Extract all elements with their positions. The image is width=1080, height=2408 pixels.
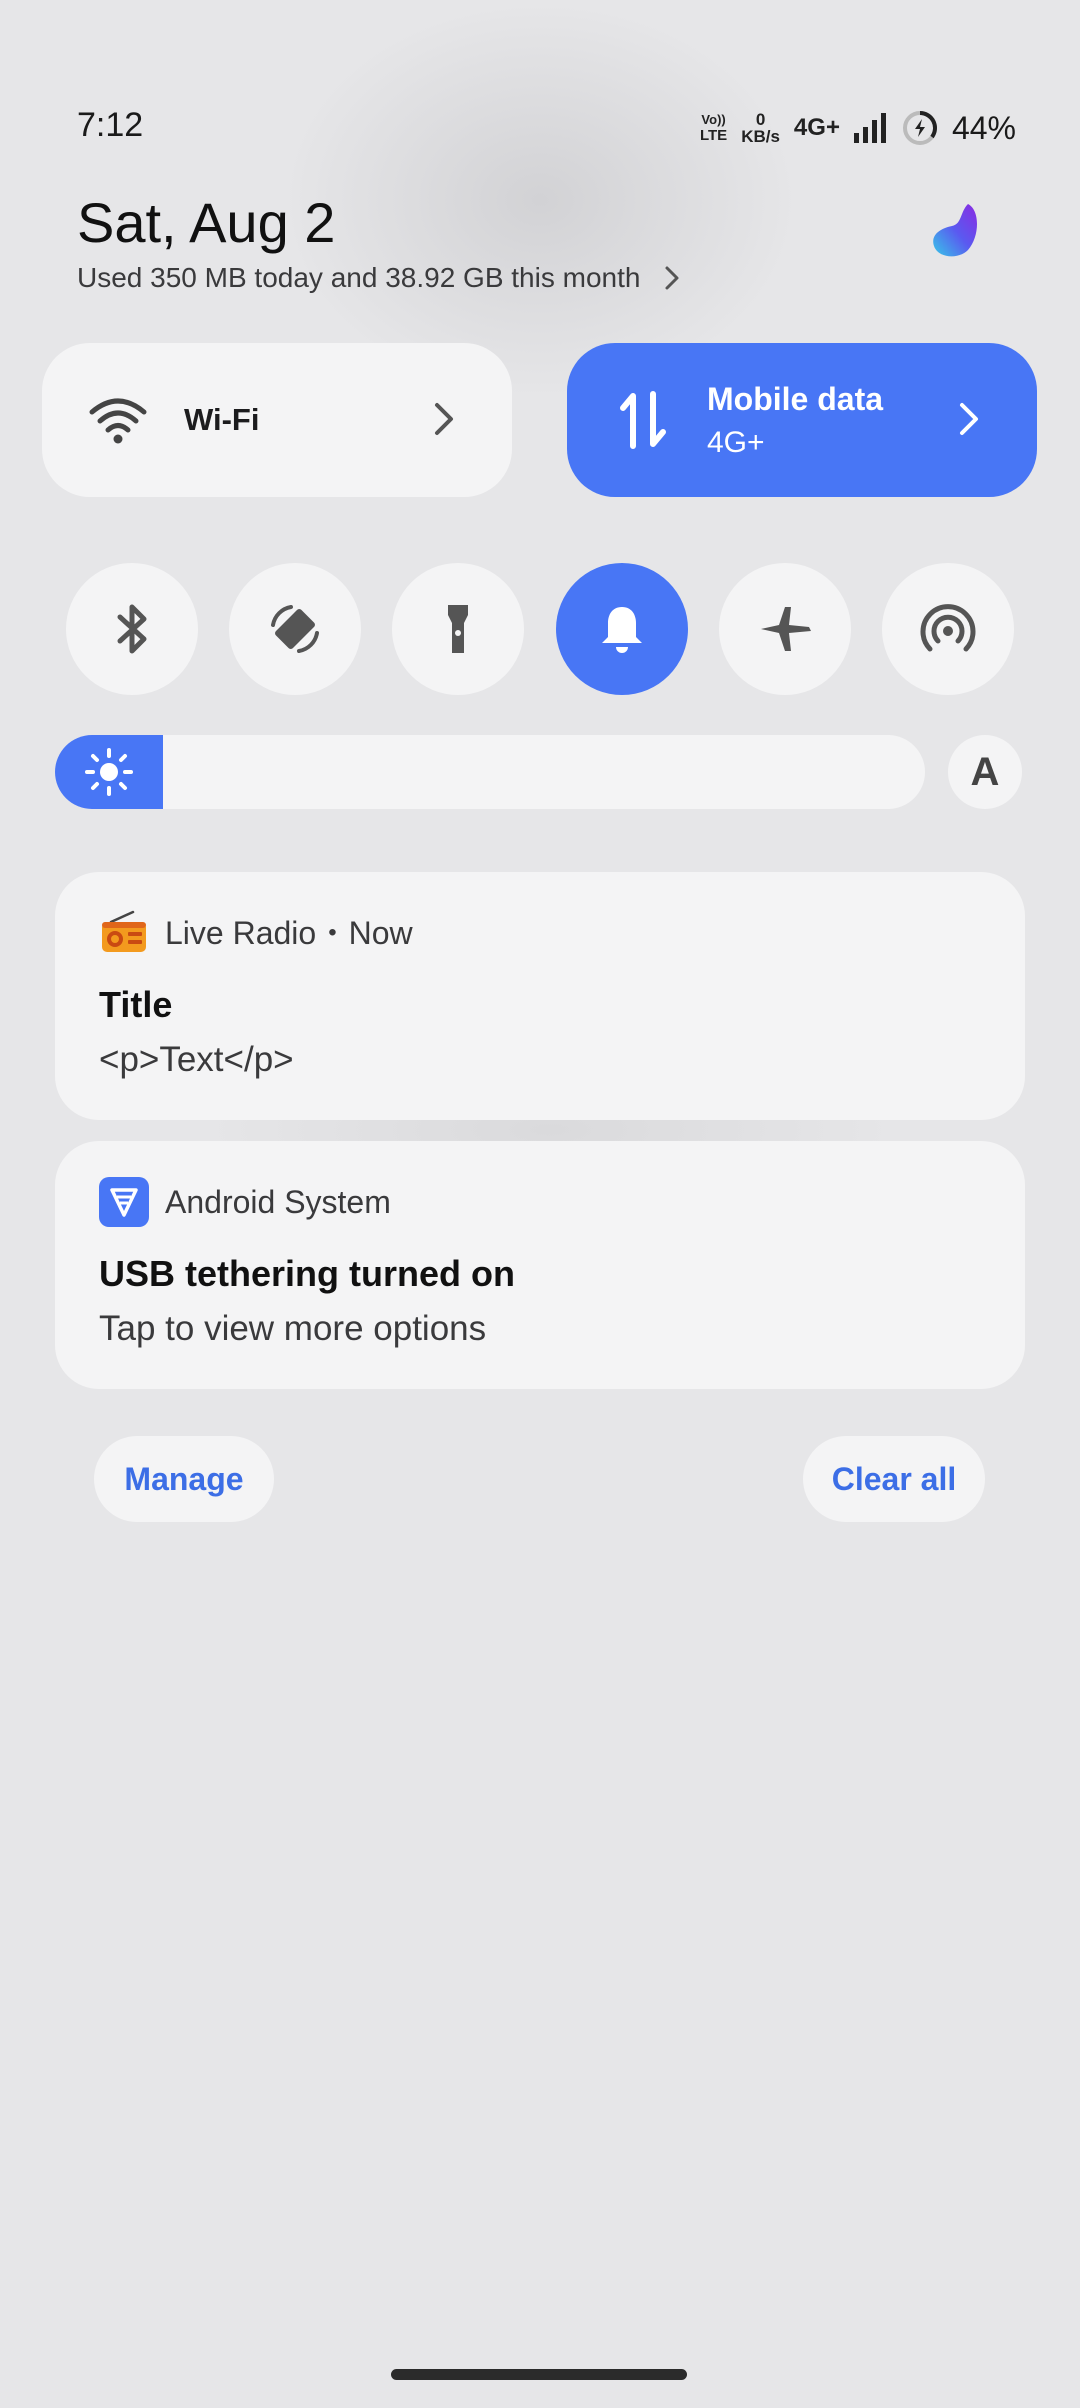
- wifi-tile[interactable]: Wi-Fi: [42, 343, 512, 497]
- chevron-right-icon: [960, 403, 978, 435]
- radio-icon: [102, 910, 146, 952]
- mobile-data-tile[interactable]: Mobile data 4G+: [567, 343, 1037, 497]
- home-indicator[interactable]: [391, 2369, 687, 2380]
- chevron-right-icon: [665, 266, 679, 290]
- background-glow: [280, 0, 800, 400]
- data-usage-link[interactable]: Used 350 MB today and 38.92 GB this mont…: [77, 262, 680, 294]
- mobile-data-label: Mobile data: [707, 380, 884, 417]
- bluetooth-toggle[interactable]: [66, 563, 198, 695]
- separator-dot: •: [328, 919, 337, 946]
- network-speed: 0 KB/s: [741, 110, 780, 146]
- clear-all-button[interactable]: Clear all: [803, 1436, 985, 1522]
- manage-button[interactable]: Manage: [94, 1436, 274, 1522]
- wifi-label: Wi-Fi: [184, 402, 260, 437]
- sun-icon: [85, 748, 133, 796]
- status-icons: Vo)) LTE 0 KB/s 4G+ 44%: [700, 104, 1016, 152]
- auto-brightness-button[interactable]: A: [948, 735, 1022, 809]
- hotspot-toggle[interactable]: [881, 563, 1014, 695]
- network-type: 4G+: [793, 114, 840, 141]
- status-time: 7:12: [77, 106, 144, 144]
- assistant-logo-icon[interactable]: [928, 200, 984, 260]
- auto-rotate-icon: [271, 605, 320, 653]
- brightness-fill: [55, 735, 163, 809]
- notification-time: Now: [348, 914, 413, 951]
- flashlight-icon: [448, 605, 469, 653]
- bell-icon: [601, 607, 642, 653]
- notification-app-name: Android System: [165, 1183, 391, 1220]
- status-bar: 7:12 Vo)) LTE 0 KB/s 4G+ 44%: [0, 100, 1080, 156]
- notification-text: Tap to view more options: [99, 1309, 487, 1348]
- mobile-data-text: Mobile data 4G+: [707, 381, 883, 460]
- battery-charging-icon: [902, 111, 937, 145]
- notification-title: Title: [99, 984, 173, 1025]
- notification-header: Live Radio • Now: [99, 908, 413, 958]
- notification-app-name: Live Radio: [165, 914, 317, 951]
- notification-live-radio[interactable]: Live Radio • Now Title <p>Text</p>: [55, 872, 1025, 1120]
- bluetooth-icon: [117, 604, 147, 654]
- mobile-data-icon: [620, 391, 666, 449]
- airplane-icon: [760, 607, 811, 651]
- chevron-right-icon: [435, 403, 453, 435]
- data-usage-text: Used 350 MB today and 38.92 GB this mont…: [77, 262, 641, 293]
- signal-icon: [853, 113, 886, 143]
- auto-rotate-toggle[interactable]: [229, 563, 362, 695]
- battery-percentage: 44%: [951, 109, 1016, 146]
- notification-android-system[interactable]: Android System USB tethering turned on T…: [55, 1141, 1025, 1389]
- brightness-slider[interactable]: [55, 735, 925, 809]
- flashlight-toggle[interactable]: [392, 563, 525, 695]
- date: Sat, Aug 2: [77, 191, 336, 254]
- notification-title: USB tethering turned on: [99, 1253, 515, 1294]
- quick-toggles: [66, 563, 1014, 695]
- volte-icon: Vo)) LTE: [699, 112, 728, 144]
- airplane-mode-toggle[interactable]: [718, 563, 851, 695]
- notification-header: Android System: [99, 1177, 391, 1227]
- wifi-icon: [89, 398, 147, 444]
- usb-icon: [99, 1177, 149, 1227]
- notification-text: <p>Text</p>: [99, 1040, 294, 1079]
- mobile-data-network: 4G+: [707, 425, 765, 459]
- sound-toggle[interactable]: [555, 563, 688, 695]
- hotspot-icon: [920, 604, 976, 652]
